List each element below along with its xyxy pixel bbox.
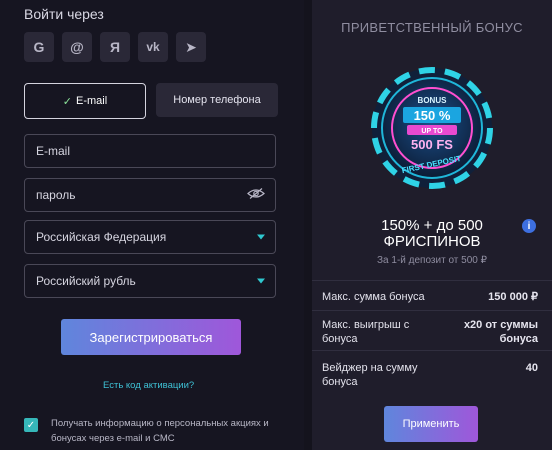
bonus-row: Вейджер на сумму бонуса 40 [312, 350, 552, 391]
chip-text-bonus: BONUS [418, 96, 448, 105]
chip-text-upto: UP TO [421, 128, 443, 135]
activation-code-link[interactable]: Есть код активации? [103, 380, 194, 391]
hidden-eye-icon[interactable] [247, 188, 265, 203]
bonus-subtitle: За 1-й депозит от 500 ₽ [377, 255, 487, 266]
country-value: Российская Федерация [36, 230, 167, 244]
email-placeholder: E-mail [36, 144, 71, 158]
chip-text-percent: 150 % [414, 108, 451, 123]
register-button[interactable]: Зарегистрироваться [61, 319, 241, 355]
registration-modal: Войти через G @ Я vk ➤ ✓ E-mail Номер те… [0, 0, 552, 450]
tab-phone[interactable]: Номер телефона [156, 83, 278, 117]
tab-email[interactable]: ✓ E-mail [24, 83, 146, 119]
checkmark-icon: ✓ [26, 419, 36, 431]
check-icon: ✓ [62, 95, 73, 108]
bonus-row: Макс. сумма бонуса 150 000 ₽ [312, 280, 552, 311]
bonus-row-value: x20 от суммы бонуса [463, 319, 538, 345]
currency-value: Российский рубль [36, 274, 136, 288]
social-login-row: G @ Я vk ➤ [24, 32, 206, 62]
hidden-eye-svg [247, 188, 265, 199]
apply-button[interactable]: Применить [384, 406, 478, 442]
chevron-down-icon [257, 234, 265, 240]
password-placeholder: пароль [36, 188, 76, 202]
currency-select[interactable]: Российский рубль [24, 264, 276, 298]
chip-text-fs: 500 FS [411, 137, 453, 152]
info-icon[interactable]: i [522, 219, 536, 233]
google-icon[interactable]: G [24, 32, 54, 62]
consent-checkbox[interactable]: ✓ [24, 418, 38, 432]
bonus-row: Макс. выигрыш с бонуса x20 от суммы бону… [312, 310, 552, 351]
email-field[interactable]: E-mail [24, 134, 276, 168]
tab-phone-label: Номер телефона [173, 94, 261, 106]
telegram-icon[interactable]: ➤ [176, 32, 206, 62]
registration-panel: Войти через G @ Я vk ➤ ✓ E-mail Номер те… [0, 0, 304, 450]
login-via-title: Войти через [24, 6, 104, 22]
bonus-headline-line1: 150% + до 500 [381, 217, 483, 234]
bonus-row-label: Макс. сумма бонуса [322, 291, 425, 303]
bonus-headline: 150% + до 500 ФРИСПИНОВ [312, 218, 552, 250]
bonus-row-value: 40 [525, 362, 538, 374]
mailru-icon[interactable]: @ [62, 32, 92, 62]
bonus-panel-title: ПРИВЕТСТВЕННЫЙ БОНУС [341, 20, 523, 35]
tab-email-label: E-mail [76, 95, 108, 107]
bonus-row-label: Вейджер на сумму бонуса [322, 362, 418, 388]
chevron-down-icon [257, 278, 265, 284]
country-select[interactable]: Российская Федерация [24, 220, 276, 254]
bonus-chip-image: BONUS 150 % UP TO 500 FS FIRST DEPOSIT [371, 67, 493, 189]
bonus-row-label: Макс. выигрыш с бонуса [322, 319, 410, 345]
yandex-icon[interactable]: Я [100, 32, 130, 62]
vk-icon[interactable]: vk [138, 32, 168, 62]
welcome-bonus-panel: ПРИВЕТСТВЕННЫЙ БОНУС BONUS 150 % UP TO 5… [312, 0, 552, 450]
bonus-headline-line2: ФРИСПИНОВ [383, 233, 481, 250]
consent-label: Получать информацию о персональных акция… [51, 418, 269, 444]
password-field[interactable]: пароль [24, 178, 276, 212]
bonus-row-value: 150 000 ₽ [488, 291, 538, 303]
